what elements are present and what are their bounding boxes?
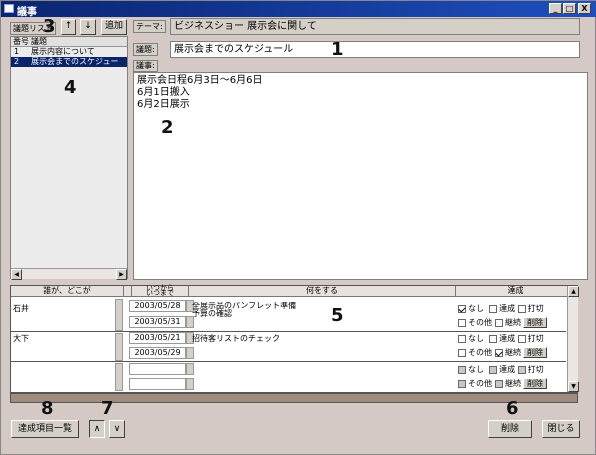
status-controls: なし 達成 打切 その他 継続 削除 [458,333,574,358]
who-dropdown-icon[interactable] [115,299,123,331]
callout-3: 3 [43,16,56,37]
what-cell[interactable]: 全展示品のパンフレット準備 予算の確認 [192,302,296,318]
app-icon [4,4,14,13]
row-delete-button[interactable]: 削除 [523,378,547,389]
callout-1: 1 [331,39,344,60]
status-none-checkbox[interactable] [458,334,466,343]
status-done-checkbox[interactable] [489,334,498,343]
topic-list-header: 番号 議題 [11,37,127,47]
topic-list[interactable]: 番号 議題 1 展示内容について 2 展示会までのスケジュー ◀ ▶ [10,36,128,280]
what-header: 何をする [189,286,456,297]
list-item-selected[interactable]: 2 展示会までのスケジュー [11,57,127,67]
status-controls: なし 達成 打切 その他 継続 削除 [458,364,574,389]
status-other-checkbox[interactable] [458,318,466,327]
subject-label: 議題: [133,43,158,56]
scroll-right-icon[interactable]: ▶ [116,269,127,280]
list-item[interactable]: 1 展示内容について [11,47,127,57]
maximize-button[interactable]: □ [563,3,576,14]
subject-field[interactable]: 展示会までのスケジュール [170,41,580,58]
when-header: いつから いつまで [132,285,189,297]
col-topic-header: 議題 [31,37,47,46]
callout-6: 6 [506,398,519,419]
achievement-list-button[interactable]: 達成項目一覧 [11,420,79,438]
sort-descending-button[interactable]: ∨ [109,420,125,438]
from-date[interactable]: 2003/05/28 [129,300,186,312]
minutes-line: 展示会日程6月3日～6月6日 [137,75,263,86]
add-topic-button[interactable]: 追加 [101,19,127,35]
callout-8: 8 [41,398,54,419]
col-number-header: 番号 [13,37,29,46]
status-controls: なし 達成 打切 その他 継続 削除 [458,303,574,328]
row-delete-button[interactable]: 削除 [523,347,547,358]
callout-4: 4 [64,77,77,98]
date-spin-icon[interactable] [186,363,194,375]
callout-5: 5 [331,305,344,326]
close-window-button[interactable]: X [578,3,591,14]
move-up-button[interactable]: ↑ [61,19,76,35]
from-date[interactable]: 2003/05/21 [129,332,186,344]
callout-2: 2 [161,117,174,138]
status-other-checkbox[interactable] [458,348,466,357]
status-continue-checkbox[interactable] [495,348,503,357]
topic-list-hscrollbar[interactable]: ◀ ▶ [11,268,127,280]
scroll-down-icon[interactable]: ▼ [568,381,579,392]
status-continue-checkbox[interactable] [495,379,503,388]
callout-7: 7 [101,398,114,419]
row-delete-button[interactable]: 削除 [523,317,547,328]
status-done-checkbox[interactable] [489,365,498,374]
action-items-grid: 誰が、どこが いつから いつまで 何をする 達成 石井 2003/05/28 2… [10,285,579,393]
status-cut-checkbox[interactable] [517,334,526,343]
status-other-checkbox[interactable] [458,379,466,388]
status-done-checkbox[interactable] [489,304,498,313]
move-down-button[interactable]: ↓ [80,19,96,35]
delete-button[interactable]: 削除 [488,420,532,438]
who-cell[interactable]: 石井 [13,303,29,314]
who-cell[interactable]: 大下 [13,333,29,344]
who-dropdown-icon[interactable] [115,333,123,361]
theme-label: テーマ: [133,20,166,33]
who-header: 誰が、どこが [11,286,124,297]
close-button[interactable]: 閉じる [542,420,580,438]
minutes-textarea[interactable]: 展示会日程6月3日～6月6日 6月1日搬入 6月2日展示 [133,72,588,280]
theme-field[interactable]: ビジネスショー 展示会に関して [170,18,580,35]
status-continue-checkbox[interactable] [495,318,503,327]
title-bar: 議事 _ □ X [1,1,596,18]
window-title: 議事 [17,7,37,18]
what-cell[interactable]: 招待客リストのチェック [192,333,280,344]
to-date[interactable]: 2003/05/31 [129,316,186,328]
status-header: 達成 [456,286,576,297]
who-dropdown-icon[interactable] [115,363,123,391]
date-spin-icon[interactable] [186,378,194,390]
from-date[interactable] [129,363,186,375]
status-cut-checkbox[interactable] [517,304,526,313]
scroll-left-icon[interactable]: ◀ [11,269,22,280]
grid-footer-bar [10,393,578,403]
minutes-line: 6月2日展示 [137,99,190,110]
status-none-checkbox[interactable] [458,304,466,313]
sort-ascending-button[interactable]: ∧ [89,420,105,438]
status-none-checkbox[interactable] [458,365,466,374]
minutes-line: 6月1日搬入 [137,87,190,98]
scroll-up-icon[interactable]: ▲ [568,286,579,297]
status-cut-checkbox[interactable] [517,365,526,374]
grid-vscrollbar[interactable]: ▲ ▼ [567,286,579,392]
minutes-label: 議事: [133,60,158,72]
minimize-button[interactable]: _ [549,3,562,14]
to-date[interactable]: 2003/05/29 [129,347,186,359]
date-spin-icon[interactable] [186,347,194,359]
to-date[interactable] [129,378,186,390]
meeting-window: 議事 _ □ X 議題リスト ↑ ↓ 追加 番号 議題 1 展示内容について 2… [0,0,596,455]
